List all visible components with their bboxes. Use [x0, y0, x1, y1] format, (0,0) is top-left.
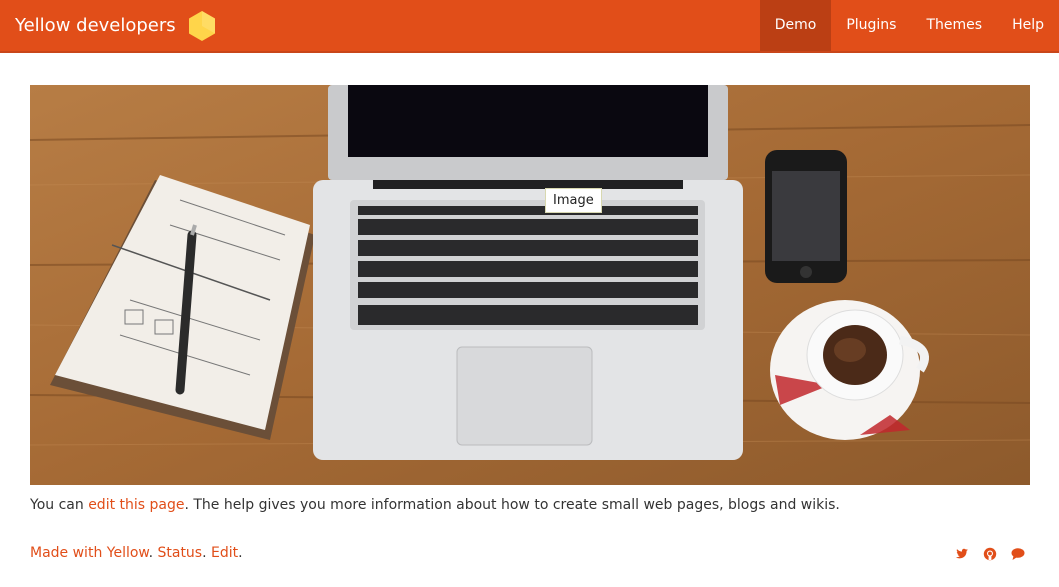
site-brand-link[interactable]: Yellow developers [15, 13, 176, 39]
page-intro-text: You can edit this page. The help gives y… [30, 496, 840, 514]
laptop-illustration [313, 85, 743, 460]
edit-link[interactable]: Edit [211, 545, 238, 561]
intro-text-after: . The help gives you more information ab… [184, 497, 840, 513]
footer-separator: . [202, 545, 212, 561]
nav-item-themes[interactable]: Themes [911, 0, 997, 51]
yellow-hexagon-logo-icon [189, 11, 215, 41]
main-nav: Demo Plugins Themes Help [759, 0, 1059, 51]
image-placeholder-label: Image [545, 188, 602, 213]
twitter-icon[interactable] [955, 546, 969, 560]
nav-item-help[interactable]: Help [997, 0, 1059, 51]
desk-photo-illustration [30, 85, 1030, 485]
chat-icon[interactable] [1011, 546, 1025, 560]
social-links [955, 546, 1025, 561]
made-with-yellow-link[interactable]: Made with Yellow [30, 545, 149, 561]
nav-item-demo[interactable]: Demo [759, 0, 832, 51]
footer-separator: . [238, 545, 243, 561]
page-footer: Made with Yellow. Status. Edit. [30, 544, 243, 562]
intro-text-before: You can [30, 497, 89, 513]
nav-item-plugins[interactable]: Plugins [831, 0, 911, 51]
status-link[interactable]: Status [157, 545, 202, 561]
edit-this-page-link[interactable]: edit this page [88, 497, 184, 513]
hero-image: Image [30, 85, 1030, 485]
github-icon[interactable] [983, 546, 997, 561]
phone-illustration [765, 150, 847, 283]
top-navigation-bar: Yellow developers Demo Plugins Themes He… [0, 0, 1059, 53]
